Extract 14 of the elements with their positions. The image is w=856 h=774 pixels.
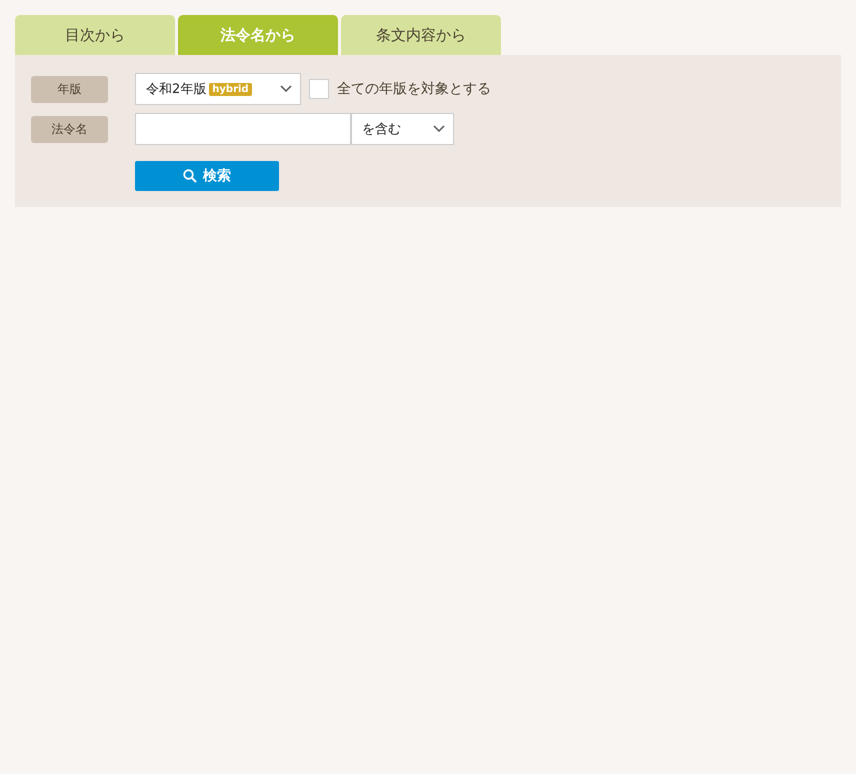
field-label: 年版	[31, 76, 108, 102]
tab[interactable]: 目次から	[15, 15, 175, 55]
field-label: 法令名	[31, 116, 108, 142]
match-dropdown[interactable]: を含む	[351, 113, 454, 145]
search-button[interactable]: 検索	[135, 161, 279, 191]
law-name-input[interactable]	[135, 113, 351, 145]
tab[interactable]: 条文内容から	[341, 15, 501, 55]
edition-dropdown[interactable]: 令和2年版 hybrid	[135, 73, 301, 105]
search-icon	[183, 169, 197, 183]
chevron-down-icon	[280, 85, 292, 93]
hybrid-badge: hybrid	[209, 82, 252, 96]
chevron-down-icon	[433, 125, 445, 133]
checkbox[interactable]	[309, 79, 329, 99]
checkbox-label: 全ての年版を対象とする	[337, 80, 491, 98]
